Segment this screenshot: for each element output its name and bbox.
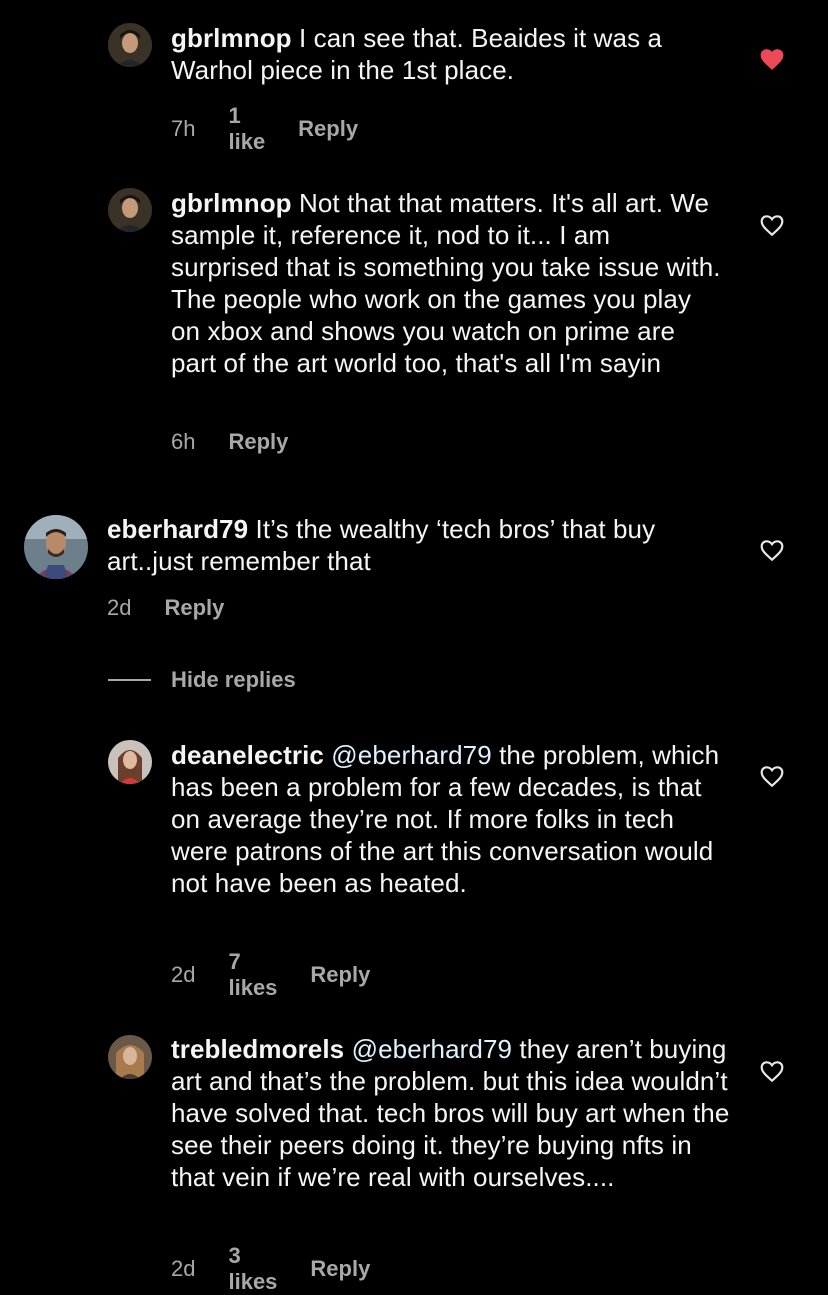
comment-text: gbrlmnop Not that that matters. It's all… <box>171 187 723 379</box>
heart-outline-icon[interactable] <box>759 213 785 237</box>
comment-meta: 7h 1 like Reply <box>171 103 358 155</box>
username[interactable]: gbrlmnop <box>171 23 292 53</box>
comment-meta: 2d Reply <box>107 595 224 621</box>
reply-button[interactable]: Reply <box>164 595 224 621</box>
timestamp: 7h <box>171 116 196 141</box>
username[interactable]: eberhard79 <box>107 514 248 544</box>
timestamp: 2d <box>171 962 196 987</box>
comment-text: eberhard79 It’s the wealthy ‘tech bros’ … <box>107 513 707 577</box>
heart-outline-icon[interactable] <box>759 764 785 788</box>
avatar[interactable] <box>108 740 152 784</box>
avatar[interactable] <box>108 1035 152 1079</box>
username[interactable]: gbrlmnop <box>171 188 292 218</box>
mention-link[interactable]: @eberhard79 <box>352 1034 513 1064</box>
heart-outline-icon[interactable] <box>759 1059 785 1083</box>
comment-meta: 2d 3 likes Reply <box>171 1243 370 1295</box>
likes-count[interactable]: 3 likes <box>228 1243 277 1295</box>
heart-outline-icon[interactable] <box>759 538 785 562</box>
username[interactable]: trebledmorels <box>171 1034 344 1064</box>
comment-meta: 2d 7 likes Reply <box>171 949 370 1001</box>
comment-text: deanelectric @eberhard79 the problem, wh… <box>171 739 723 899</box>
hide-replies-label: Hide replies <box>171 667 296 692</box>
comment-meta: 6h Reply <box>171 429 288 455</box>
reply-button[interactable]: Reply <box>298 116 358 142</box>
username[interactable]: deanelectric <box>171 740 324 770</box>
comment-text: trebledmorels @eberhard79 they aren’t bu… <box>171 1033 731 1193</box>
avatar[interactable] <box>108 23 152 67</box>
avatar[interactable] <box>24 515 88 579</box>
mention-link[interactable]: @eberhard79 <box>331 740 492 770</box>
comment-text: gbrlmnop I can see that. Beaides it was … <box>171 22 731 86</box>
timestamp: 2d <box>171 1256 196 1281</box>
likes-count[interactable]: 7 likes <box>228 949 277 1001</box>
likes-count[interactable]: 1 like <box>228 103 265 155</box>
hide-replies-button[interactable]: Hide replies <box>108 667 296 693</box>
divider-line <box>108 679 151 681</box>
timestamp: 6h <box>171 429 196 454</box>
avatar[interactable] <box>108 188 152 232</box>
reply-button[interactable]: Reply <box>310 1256 370 1282</box>
timestamp: 2d <box>107 595 132 620</box>
reply-button[interactable]: Reply <box>310 962 370 988</box>
heart-filled-icon[interactable] <box>759 47 785 71</box>
reply-button[interactable]: Reply <box>228 429 288 455</box>
